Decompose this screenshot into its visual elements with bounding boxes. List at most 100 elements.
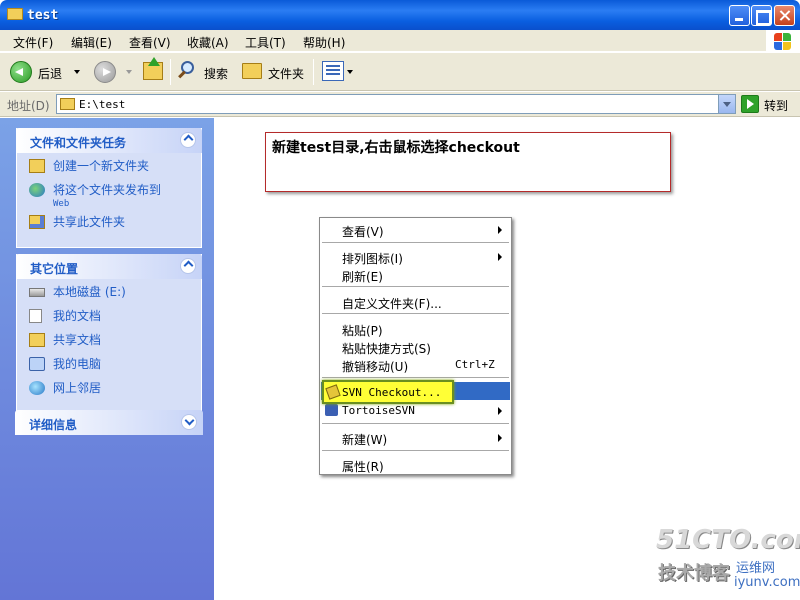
menu-item-undo-move[interactable]: 撤销移动(U) Ctrl+Z	[321, 355, 510, 375]
menu-item-refresh[interactable]: 刷新(E)	[321, 265, 510, 285]
task-pane: 文件和文件夹任务 创建一个新文件夹 将这个文件夹发布到 Web 共享此文件夹 其…	[0, 118, 214, 600]
my-documents-icon	[29, 309, 42, 323]
views-dropdown-icon[interactable]	[347, 70, 353, 74]
menu-bar: 文件(F) 编辑(E) 查看(V) 收藏(A) 工具(T) 帮助(H)	[0, 30, 800, 52]
svn-checkout-item[interactable]: SVN Checkout...	[322, 380, 454, 404]
up-folder-icon[interactable]	[143, 57, 163, 80]
search-icon[interactable]	[178, 61, 196, 79]
address-value[interactable]: E:\test	[79, 98, 125, 111]
forward-arrow-icon[interactable]	[94, 61, 116, 83]
menu-item-label[interactable]: 撤销移动(U)	[342, 358, 408, 375]
context-menu: 查看(V) 排列图标(I) 刷新(E) 自定义文件夹(F)... 粘贴(P) 粘…	[319, 217, 512, 475]
submenu-arrow-icon	[498, 226, 502, 234]
watermark-sub: 技术博客	[658, 563, 730, 584]
panel-header[interactable]: 其它位置	[16, 254, 202, 279]
search-button-label[interactable]: 搜索	[204, 65, 228, 82]
shared-documents-icon	[29, 333, 45, 347]
task-share-folder[interactable]: 共享此文件夹	[29, 215, 193, 235]
menu-item-arrange-icons[interactable]: 排列图标(I)	[321, 247, 510, 266]
task-label[interactable]: 将这个文件夹发布到	[53, 183, 161, 197]
menu-item-properties[interactable]: 属性(R)	[321, 455, 510, 475]
address-bar: 地址(D) E:\test 转到	[0, 92, 800, 117]
title-bar: test	[0, 0, 800, 30]
task-sublabel[interactable]: Web	[53, 197, 193, 211]
menu-item-label[interactable]: 属性(R)	[342, 458, 384, 475]
panel-header[interactable]: 文件和文件夹任务	[16, 128, 202, 153]
share-folder-icon	[29, 215, 45, 229]
menu-tools[interactable]: 工具(T)	[245, 34, 286, 51]
place-network[interactable]: 网上邻居	[29, 381, 193, 401]
menu-item-shortcut: Ctrl+Z	[455, 358, 495, 371]
place-local-disk[interactable]: 本地磁盘 (E:)	[29, 285, 193, 305]
network-places-icon	[29, 381, 45, 395]
menu-edit[interactable]: 编辑(E)	[71, 34, 112, 51]
watermark-sub: 运维网	[736, 561, 776, 576]
maximize-button[interactable]	[751, 5, 772, 26]
tortoisesvn-icon	[325, 404, 338, 416]
window-title: test	[27, 8, 59, 23]
expand-icon[interactable]	[181, 414, 197, 430]
place-label[interactable]: 本地磁盘 (E:)	[53, 285, 126, 299]
address-dropdown-icon[interactable]	[718, 95, 735, 113]
collapse-icon[interactable]	[180, 132, 196, 148]
close-button[interactable]	[774, 5, 795, 26]
forward-dropdown-icon[interactable]	[126, 70, 132, 74]
menu-item-label[interactable]: 新建(W)	[342, 431, 387, 448]
menu-item-new[interactable]: 新建(W)	[321, 428, 510, 448]
menu-item-label[interactable]: 自定义文件夹(F)...	[342, 295, 442, 312]
panel-header[interactable]: 详细信息	[15, 410, 203, 435]
go-button-label[interactable]: 转到	[764, 97, 788, 114]
collapse-icon[interactable]	[180, 258, 196, 274]
back-arrow-icon[interactable]	[10, 61, 32, 83]
menu-separator	[322, 450, 509, 451]
minimize-button[interactable]	[729, 5, 750, 26]
menu-view[interactable]: 查看(V)	[129, 34, 171, 51]
menu-separator	[322, 242, 509, 243]
folders-icon[interactable]	[242, 63, 262, 79]
place-label[interactable]: 共享文档	[53, 333, 101, 347]
local-disk-icon	[29, 288, 45, 297]
menu-item-label[interactable]: 查看(V)	[342, 223, 384, 240]
menu-favorites[interactable]: 收藏(A)	[187, 34, 229, 51]
menu-file[interactable]: 文件(F)	[13, 34, 53, 51]
place-label[interactable]: 网上邻居	[53, 381, 101, 395]
place-my-computer[interactable]: 我的电脑	[29, 357, 193, 377]
svn-checkout-label[interactable]: SVN Checkout...	[342, 386, 441, 399]
place-shared-documents[interactable]: 共享文档	[29, 333, 193, 353]
watermark: 51CTO.com 技术博客 运维网 iyunv.com	[656, 525, 800, 595]
folder-icon	[60, 98, 75, 110]
go-arrow-icon[interactable]	[741, 95, 759, 113]
toolbar-separator	[313, 59, 314, 85]
place-my-documents[interactable]: 我的文档	[29, 309, 193, 329]
panel-title[interactable]: 详细信息	[29, 416, 77, 433]
place-label[interactable]: 我的电脑	[53, 357, 101, 371]
folder-icon	[7, 8, 23, 20]
task-publish-web[interactable]: 将这个文件夹发布到 Web	[29, 183, 193, 211]
task-label[interactable]: 共享此文件夹	[53, 215, 125, 229]
toolbar-separator	[170, 59, 171, 85]
toolbar: 后退 搜索 文件夹	[0, 53, 800, 91]
submenu-arrow-icon	[498, 253, 502, 261]
menu-item-label[interactable]: 刷新(E)	[342, 268, 383, 285]
back-dropdown-icon[interactable]	[74, 70, 80, 74]
panel-title[interactable]: 其它位置	[30, 260, 78, 277]
menu-item-paste-shortcut[interactable]: 粘贴快捷方式(S)	[321, 337, 510, 356]
panel-title[interactable]: 文件和文件夹任务	[30, 134, 126, 151]
address-label: 地址(D)	[7, 99, 50, 113]
task-label[interactable]: 创建一个新文件夹	[53, 159, 149, 173]
menu-item-label[interactable]: TortoiseSVN	[342, 404, 415, 417]
menu-separator	[322, 313, 509, 314]
menu-item-customize-folder[interactable]: 自定义文件夹(F)...	[321, 292, 510, 312]
address-input[interactable]: E:\test	[56, 94, 736, 114]
menu-item-paste[interactable]: 粘贴(P)	[321, 319, 510, 338]
details-panel: 详细信息	[15, 410, 203, 435]
task-new-folder[interactable]: 创建一个新文件夹	[29, 159, 193, 179]
folders-button-label[interactable]: 文件夹	[268, 65, 304, 82]
place-label[interactable]: 我的文档	[53, 309, 101, 323]
back-button-label[interactable]: 后退	[38, 65, 62, 82]
menu-separator	[322, 377, 509, 378]
menu-help[interactable]: 帮助(H)	[303, 34, 345, 51]
menu-item-view[interactable]: 查看(V)	[321, 220, 510, 240]
menu-separator	[322, 423, 509, 424]
views-icon[interactable]	[322, 61, 344, 81]
